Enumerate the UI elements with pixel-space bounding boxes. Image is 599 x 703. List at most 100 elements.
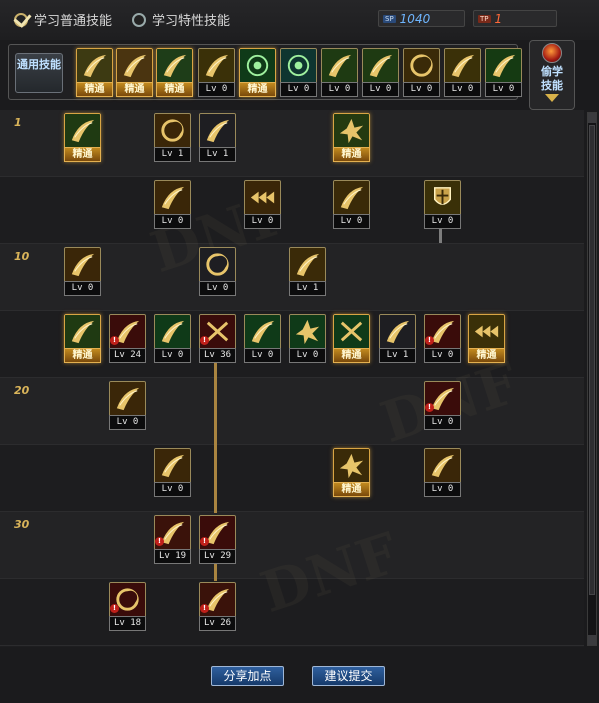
skill-slot[interactable]: Lv 0 <box>280 48 317 97</box>
tab-special-skills[interactable]: 学习特性技能 <box>132 10 230 29</box>
shield-icon <box>424 180 461 214</box>
skill-slot[interactable]: Lv 0 <box>109 381 146 430</box>
gold-explosion-icon <box>333 448 370 482</box>
requirement-badge-icon: ! <box>425 336 434 345</box>
skill-level-label: Lv 0 <box>444 82 481 97</box>
skill-slot[interactable]: Lv 0 <box>154 180 191 229</box>
sword-burst-icon <box>333 113 370 147</box>
skill-slot[interactable]: Lv 0 <box>333 180 370 229</box>
skill-slot[interactable]: Lv 0 <box>362 48 399 97</box>
skill-slot[interactable]: ! Lv 18 <box>109 582 146 631</box>
skill-level-label: Lv 29 <box>199 549 236 564</box>
curve-slash-icon <box>379 314 416 348</box>
green-slash-icon <box>154 314 191 348</box>
muscle-icon <box>444 48 481 82</box>
bottom-bar: 分享加点 建议提交 <box>0 648 599 703</box>
skill-slot[interactable]: Lv 1 <box>379 314 416 363</box>
skill-slot[interactable]: ! Lv 19 <box>154 515 191 564</box>
skill-slot[interactable]: ! Lv 26 <box>199 582 236 631</box>
skill-slot[interactable]: Lv 0 <box>198 48 235 97</box>
sp-tag: SP <box>383 14 396 23</box>
skill-slot[interactable]: Lv 0 <box>154 314 191 363</box>
skill-level-label: Lv 36 <box>199 348 236 363</box>
target-green-icon <box>239 48 276 82</box>
skill-slot[interactable]: ! Lv 0 <box>424 381 461 430</box>
skill-level-label: Lv 0 <box>280 82 317 97</box>
soldier-run-icon <box>362 48 399 82</box>
skill-level-label: Lv 24 <box>109 348 146 363</box>
tab-normal-skills[interactable]: 学习普通技能 <box>14 10 112 29</box>
skill-slot[interactable]: 精通 <box>333 314 370 363</box>
skill-level-label: 精通 <box>156 82 193 97</box>
skill-slot[interactable]: Lv 0 <box>199 247 236 296</box>
skill-slot[interactable]: 精通 <box>333 448 370 497</box>
claw-icon <box>424 448 461 482</box>
sp-value: 1040 <box>399 11 431 26</box>
green-cross-icon <box>333 314 370 348</box>
level-label: 10 <box>14 250 30 263</box>
skill-slot[interactable]: Lv 1 <box>154 113 191 162</box>
skill-slot[interactable]: Lv 0 <box>403 48 440 97</box>
scroll-thumb[interactable] <box>589 125 595 595</box>
skill-slot[interactable]: Lv 0 <box>321 48 358 97</box>
skill-slot[interactable]: Lv 0 <box>424 180 461 229</box>
fist-icon <box>64 314 101 348</box>
tp-tag: TP <box>478 14 491 23</box>
skill-slot[interactable]: 精通 <box>64 113 101 162</box>
common-skills-title: 通用技能 <box>15 53 63 93</box>
tab-special-skills-label: 学习特性技能 <box>152 14 231 29</box>
skill-slot[interactable]: Lv 0 <box>154 448 191 497</box>
check-icon <box>14 12 28 27</box>
skill-slot[interactable]: Lv 0 <box>289 314 326 363</box>
skill-slot[interactable]: Lv 1 <box>199 113 236 162</box>
skill-level-label: Lv 0 <box>154 214 191 229</box>
tree-connector <box>214 359 217 513</box>
level-label: 30 <box>14 518 30 531</box>
skill-slot[interactable]: Lv 1 <box>289 247 326 296</box>
level-label: 20 <box>14 384 30 397</box>
skill-slot[interactable]: 精通 <box>333 113 370 162</box>
skill-level-label: Lv 0 <box>424 482 461 497</box>
skill-level-label: Lv 0 <box>154 348 191 363</box>
scroll-up-arrow[interactable] <box>588 113 596 123</box>
skill-level-label: Lv 0 <box>198 82 235 97</box>
skill-slot[interactable]: Lv 0 <box>244 180 281 229</box>
skill-level-label: Lv 0 <box>64 281 101 296</box>
skill-slot[interactable]: Lv 0 <box>424 448 461 497</box>
skill-slot[interactable]: ! Lv 0 <box>424 314 461 363</box>
skill-slot[interactable]: 精通 <box>64 314 101 363</box>
skill-level-label: Lv 0 <box>244 214 281 229</box>
skill-level-label: 精通 <box>333 482 370 497</box>
submit-suggestion-button[interactable]: 建议提交 <box>312 666 385 686</box>
target-teal-icon <box>280 48 317 82</box>
skill-slot[interactable]: 精通 <box>156 48 193 97</box>
skill-level-label: Lv 1 <box>154 147 191 162</box>
skill-level-label: Lv 1 <box>199 147 236 162</box>
skill-slot[interactable]: 精通 <box>116 48 153 97</box>
skill-level-label: Lv 0 <box>424 415 461 430</box>
skill-level-label: Lv 0 <box>333 214 370 229</box>
share-points-button[interactable]: 分享加点 <box>211 666 284 686</box>
requirement-badge-icon: ! <box>200 537 209 546</box>
skill-level-label: Lv 0 <box>321 82 358 97</box>
skill-slot[interactable]: Lv 0 <box>244 314 281 363</box>
scroll-down-arrow[interactable] <box>588 635 596 645</box>
level-label: 1 <box>14 116 22 129</box>
gold-arrows-icon <box>468 314 505 348</box>
skill-slot[interactable]: 精通 <box>468 314 505 363</box>
skill-level-label: Lv 18 <box>109 616 146 631</box>
skill-slot[interactable]: Lv 0 <box>485 48 522 97</box>
skill-slot[interactable]: 精通 <box>76 48 113 97</box>
skill-slot[interactable]: ! Lv 29 <box>199 515 236 564</box>
requirement-badge-icon: ! <box>110 336 119 345</box>
requirement-badge-icon: ! <box>155 537 164 546</box>
steal-skills-button[interactable]: 偷学技能 <box>529 40 575 110</box>
crescent-slash-icon <box>154 113 191 147</box>
skill-slot[interactable]: ! Lv 36 <box>199 314 236 363</box>
skill-slot[interactable]: Lv 0 <box>444 48 481 97</box>
skill-slot[interactable]: 精通 <box>239 48 276 97</box>
skill-slot[interactable]: ! Lv 24 <box>109 314 146 363</box>
scrollbar[interactable] <box>587 112 597 646</box>
triple-arrow-icon <box>244 180 281 214</box>
skill-slot[interactable]: Lv 0 <box>64 247 101 296</box>
